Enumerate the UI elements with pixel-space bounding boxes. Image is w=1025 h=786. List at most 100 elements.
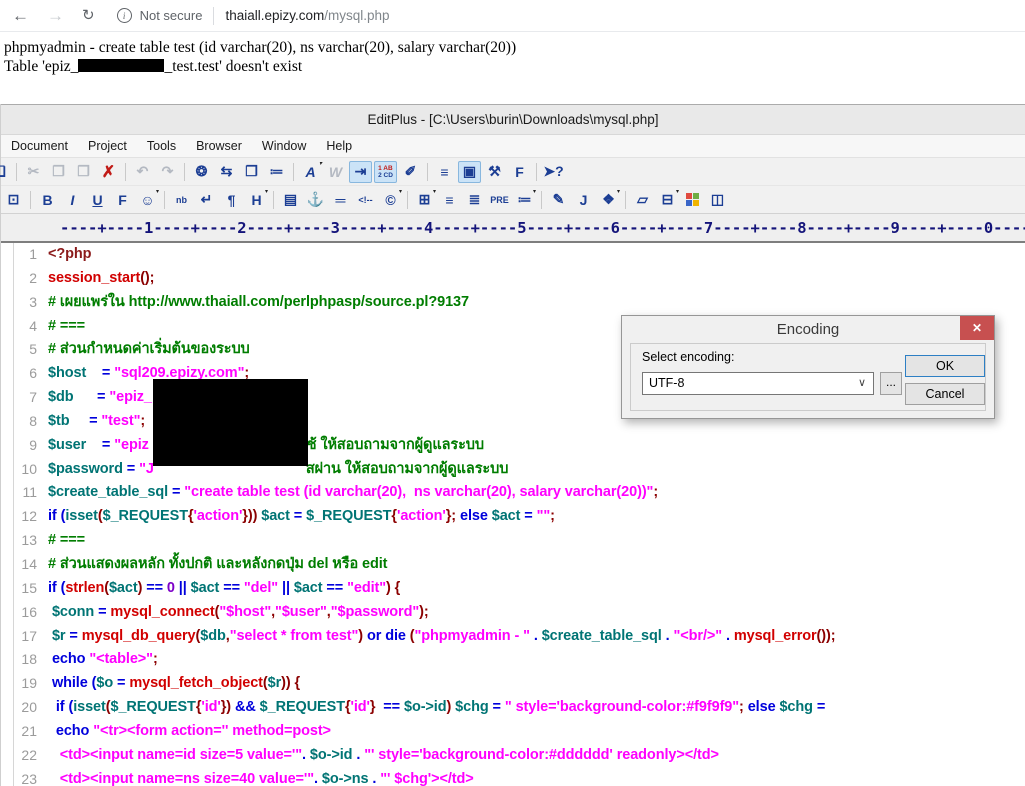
url-host[interactable]: thaiall.epizy.com [225,8,324,23]
toolbar-standard: ❏✂❐❒✗↶↷❂⇆❐≔A▾W⇥1 AB 2 CD✐≡▣⚒F➤? [0,158,1025,186]
toolbar-separator [184,162,185,181]
line-break-icon[interactable]: ↵ [195,189,218,211]
code-text: $r = mysql_db_query($db,"select * from t… [51,627,836,644]
split-window-icon[interactable]: ◫ [706,189,729,211]
code-line: 16 $conn = mysql_connect("$host","$user"… [1,601,1025,625]
code-line: 23 <td><input name=ns size=40 value='". … [1,768,1025,786]
menu-item-tools[interactable]: Tools [137,135,186,157]
dropdown-arrow-icon[interactable]: ▾ [676,188,679,195]
new-file-icon[interactable]: ❏ [0,161,11,183]
special-char-icon[interactable]: © ▾ [379,189,402,211]
code-line: 19 while ($o = mysql_fetch_object($r)) { [1,672,1025,696]
dropdown-arrow-icon[interactable]: ▾ [533,188,536,195]
dropdown-arrow-icon[interactable]: ▾ [617,188,620,195]
image-icon[interactable]: ▤ [279,189,302,211]
javascript-icon[interactable]: J [572,189,595,211]
encoding-combobox[interactable]: UTF-8 ∨ [642,372,874,395]
directory-window-icon[interactable]: ▣ [458,160,481,183]
align-right-icon[interactable]: ≣ [463,189,486,211]
auto-indent-icon[interactable]: ⇥ [349,160,372,183]
dropdown-arrow-icon[interactable]: ▾ [265,188,268,195]
object-icon[interactable]: ❖ ▾ [597,189,620,211]
browser-preview-icon[interactable]: ⊡ [2,189,25,211]
font-icon[interactable]: A ▾ [299,161,322,183]
menu-item-browser[interactable]: Browser [186,135,252,157]
folder-icon[interactable]: ▱ [631,189,654,211]
line-number: 6 [29,365,37,382]
copy-icon[interactable]: ❐ [47,161,70,183]
line-number: 18 [21,651,37,668]
paragraph-icon[interactable]: ¶ [220,189,243,211]
forward-icon[interactable]: → [47,7,64,24]
find-in-files-icon[interactable]: ❐ [240,161,263,183]
column-ruler: ----+----1----+----2----+----3----+----4… [1,214,1025,243]
menu-item-help[interactable]: Help [316,135,362,157]
hr-icon[interactable]: ═ [329,189,352,211]
nbsp-icon[interactable]: nb [170,189,193,211]
dropdown-arrow-icon[interactable]: ▾ [156,188,159,195]
replace-icon[interactable]: ⇆ [215,161,238,183]
italic-icon[interactable]: I [61,189,84,211]
info-icon[interactable]: i [116,8,132,23]
undo-icon[interactable]: ↶ [131,161,154,183]
bold-icon[interactable]: B [36,189,59,211]
code-line: 2 session_start(); [1,267,1025,291]
document-list-icon[interactable]: ≡ [433,161,456,183]
cut-icon[interactable]: ✂ [22,161,45,183]
delete-icon[interactable]: ✗ [97,161,120,183]
underline-icon[interactable]: U [86,189,109,211]
user-tools-icon[interactable]: ⚒ [483,161,506,183]
line-number: 11 [22,484,37,501]
goto-line-icon[interactable]: ≔ [265,161,288,183]
function-list-icon[interactable]: F [508,161,531,183]
list-icon[interactable]: ≔ ▾ [513,188,537,211]
word-wrap-icon[interactable]: W [324,161,347,183]
line-number: 14 [21,555,37,572]
heading-icon[interactable]: H ▾ [245,189,268,211]
toolbar-separator [30,190,31,209]
redaction-box [153,379,308,466]
redo-icon[interactable]: ↷ [156,161,179,183]
browse-button[interactable]: ... [880,372,902,395]
view-in-browser-icon[interactable] [681,189,704,211]
align-center-icon[interactable]: ≡ [438,189,461,211]
comment-icon[interactable]: <!-- [354,189,377,211]
back-icon[interactable]: ← [12,7,29,24]
emoticon-icon[interactable]: ☺ ▾ [136,189,159,211]
toolbar-separator [125,162,126,181]
menu-item-project[interactable]: Project [78,135,137,157]
reload-icon[interactable]: ↻ [82,8,95,23]
pre-icon[interactable]: PRE [488,189,511,211]
dropdown-arrow-icon[interactable]: ▾ [433,188,436,195]
toolbar-separator [541,190,542,209]
menu-item-window[interactable]: Window [252,135,316,157]
menu-item-document[interactable]: Document [1,135,78,157]
frame-icon[interactable]: ⊟ ▾ [656,189,679,211]
find-icon[interactable]: ❂ [190,161,213,183]
syntax-highlight-icon[interactable]: ✐ [399,161,422,183]
dropdown-arrow-icon[interactable]: ▾ [399,188,402,195]
line-number: 21 [21,722,37,739]
code-text: # ส่วนแสดงผลหลัก ทั้งปกติ และหลังกดปุ่ม … [48,555,388,572]
code-text: if (isset($_REQUEST{'action'})) $act = $… [48,508,555,525]
close-icon[interactable]: ✕ [960,316,994,340]
line-number: 15 [21,579,37,596]
line-number: 22 [21,746,37,763]
code-line: 17 $r = mysql_db_query($db,"select * fro… [1,625,1025,649]
cancel-button[interactable]: Cancel [905,383,985,405]
dropdown-arrow-icon[interactable]: ▾ [319,160,322,167]
ok-button[interactable]: OK [905,355,985,377]
toolbar-separator [293,162,294,181]
context-help-icon[interactable]: ➤? [542,161,565,183]
anchor-icon[interactable]: ⚓ [304,189,327,211]
table-icon[interactable]: ⊞ ▾ [413,189,436,211]
font-size-icon[interactable]: F [111,189,134,211]
script-icon[interactable]: ✎ [547,189,570,211]
line-numbers-icon[interactable]: 1 AB 2 CD [374,160,397,183]
line-number: 9 [29,436,37,453]
paste-icon[interactable]: ❒ [72,161,95,183]
security-label[interactable]: Not secure [140,8,203,23]
chevron-down-icon[interactable]: ∨ [858,373,866,394]
code-text: echo "<table>"; [51,651,158,668]
url-path[interactable]: /mysql.php [324,8,389,23]
